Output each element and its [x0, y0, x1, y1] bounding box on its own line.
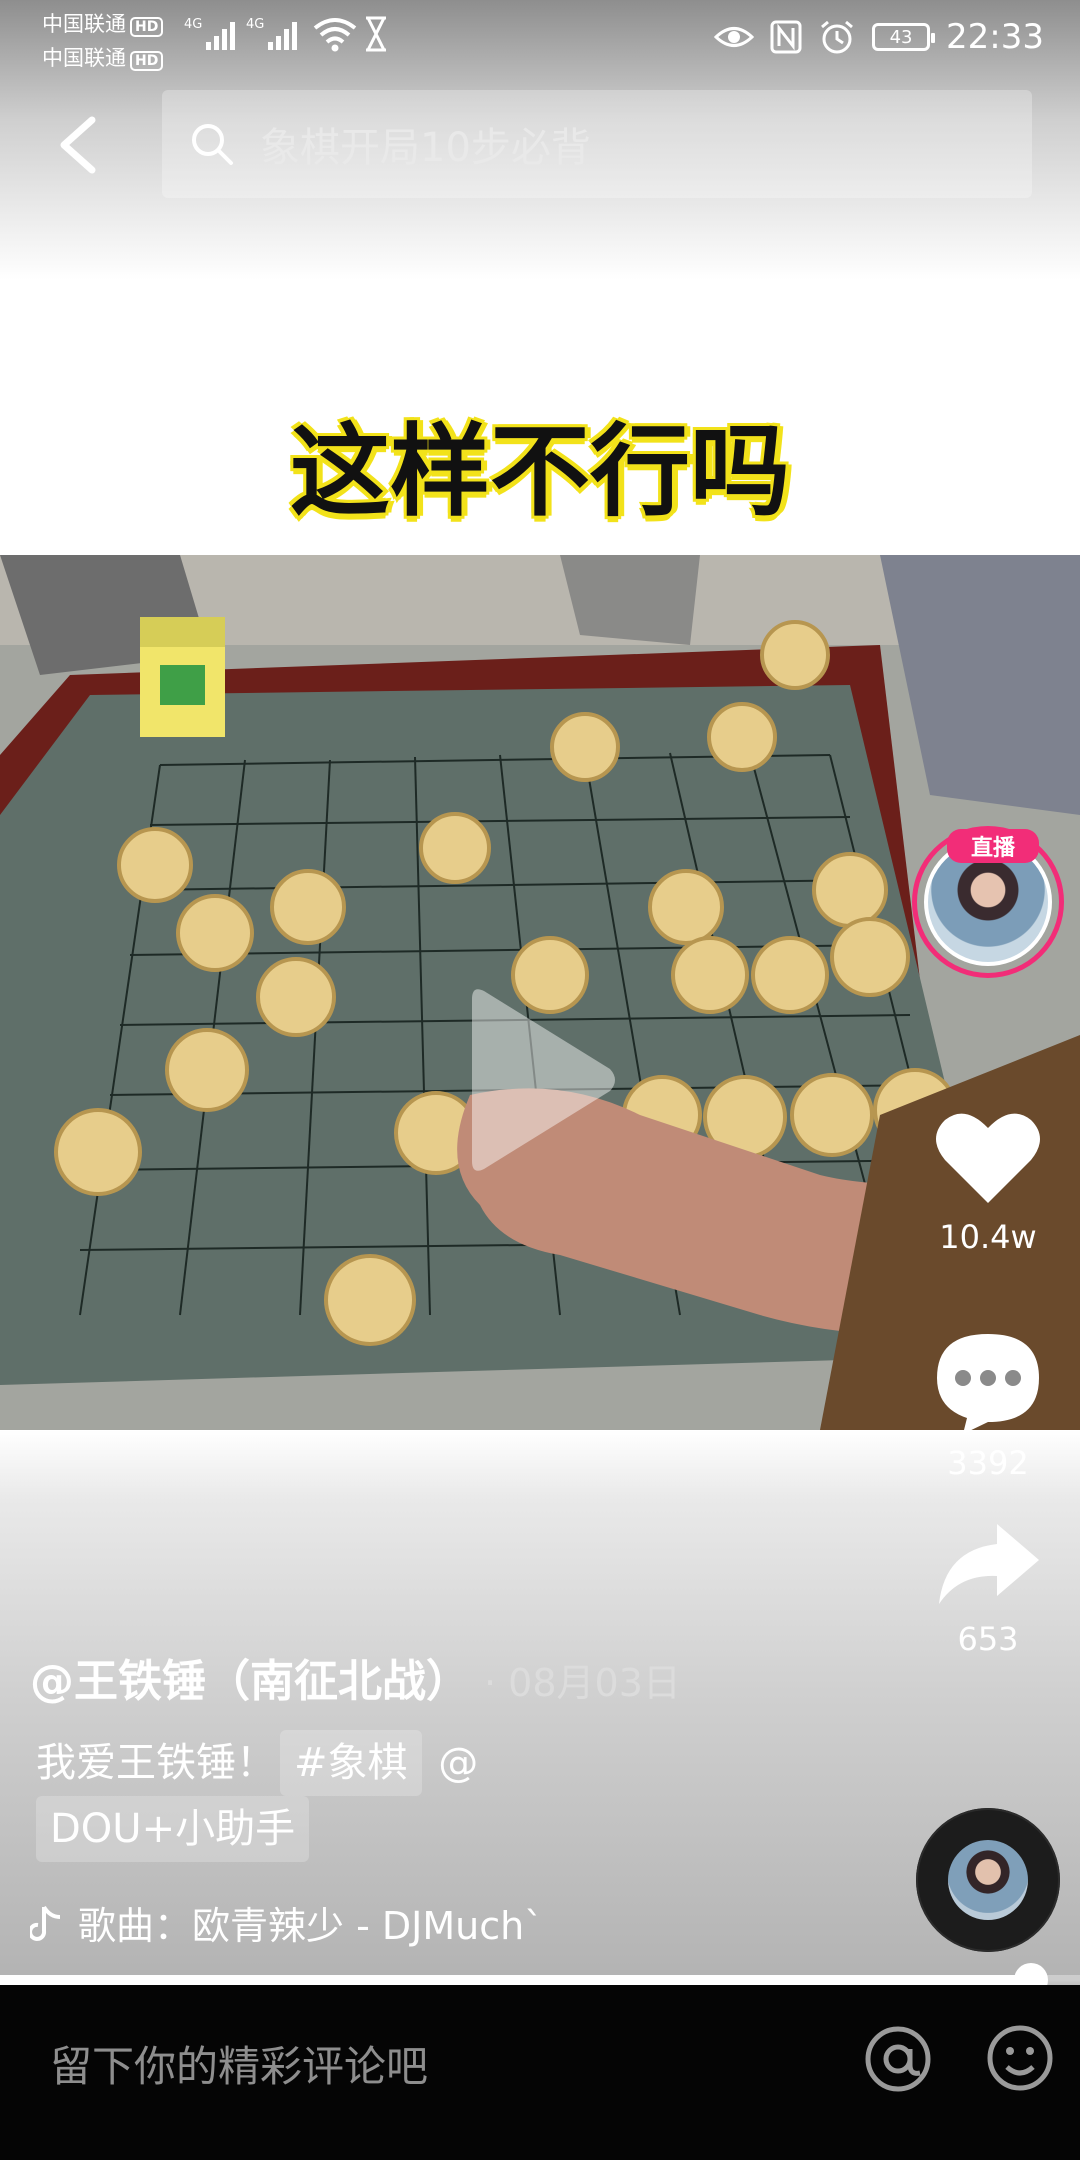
mention-at: @: [438, 1740, 479, 1786]
live-badge: 直播: [947, 829, 1039, 863]
progress-fill: [0, 1975, 1032, 1985]
mention-link[interactable]: DOU+小助手: [36, 1796, 310, 1862]
description-text: 我爱王铁锤！: [36, 1740, 276, 1786]
comment-icon: [937, 1334, 1039, 1434]
battery-icon: 43: [872, 23, 936, 51]
svg-text:4G: 4G: [184, 17, 202, 32]
carrier-2: 中国联通 HD: [42, 42, 164, 72]
status-bar: 中国联通 HD 中国联通 HD 4G 4G 43 22:33: [0, 0, 1080, 76]
eye-icon: [714, 27, 755, 47]
hourglass-icon: [366, 16, 386, 52]
svg-text:4G: 4G: [246, 17, 264, 32]
music-note-icon: [30, 1905, 61, 1941]
music-disc[interactable]: [916, 1808, 1060, 1952]
signal-icon-2: 4G: [246, 17, 297, 50]
video-caption: 这样不行吗: [290, 413, 790, 530]
at-mention-icon[interactable]: [862, 2023, 934, 2095]
author-live-avatar[interactable]: 直播: [912, 826, 1064, 978]
comment-bar: 留下你的精彩评论吧: [0, 1985, 1080, 2160]
disc-cover: [948, 1840, 1028, 1920]
clock: 22:33: [946, 17, 1044, 57]
post-date: · 08月03日: [484, 1661, 681, 1705]
search-placeholder: 象棋开局10步必背: [260, 125, 591, 171]
wifi-icon: [313, 18, 357, 52]
author-name[interactable]: @王铁锤（南征北战）: [30, 1645, 470, 1709]
nfc-icon: [770, 20, 802, 54]
comment-button[interactable]: 3392: [918, 1330, 1058, 1482]
music-info[interactable]: 歌曲：欧青辣少 - DJMuch`: [30, 1895, 543, 1950]
music-title: 歌曲：欧青辣少 - DJMuch`: [78, 1904, 544, 1948]
emoji-icon[interactable]: [985, 2023, 1055, 2093]
back-arrow-icon[interactable]: [50, 110, 110, 180]
signal-icon: 4G: [184, 17, 235, 50]
share-icon: [939, 1524, 1039, 1604]
post-description: 我爱王铁锤！ #象棋 @ DOU+小助手: [36, 1730, 636, 1862]
share-button[interactable]: 653: [918, 1520, 1058, 1658]
share-count: 653: [957, 1620, 1019, 1658]
alarm-icon: [821, 20, 853, 54]
like-count: 10.4w: [939, 1218, 1037, 1256]
search-bar[interactable]: 象棋开局10步必背: [162, 90, 1032, 198]
carrier-1: 中国联通 HD: [42, 8, 164, 38]
progress-bar[interactable]: [0, 1963, 1080, 1997]
hashtag-link[interactable]: #象棋: [280, 1730, 422, 1796]
like-button[interactable]: 10.4w: [918, 1108, 1058, 1256]
heart-icon: [936, 1113, 1040, 1203]
status-right: 43 22:33: [714, 12, 1044, 62]
search-icon: [192, 124, 233, 165]
comment-count: 3392: [947, 1444, 1029, 1482]
comment-input[interactable]: 留下你的精彩评论吧: [50, 2033, 428, 2094]
play-icon[interactable]: [462, 985, 622, 1175]
